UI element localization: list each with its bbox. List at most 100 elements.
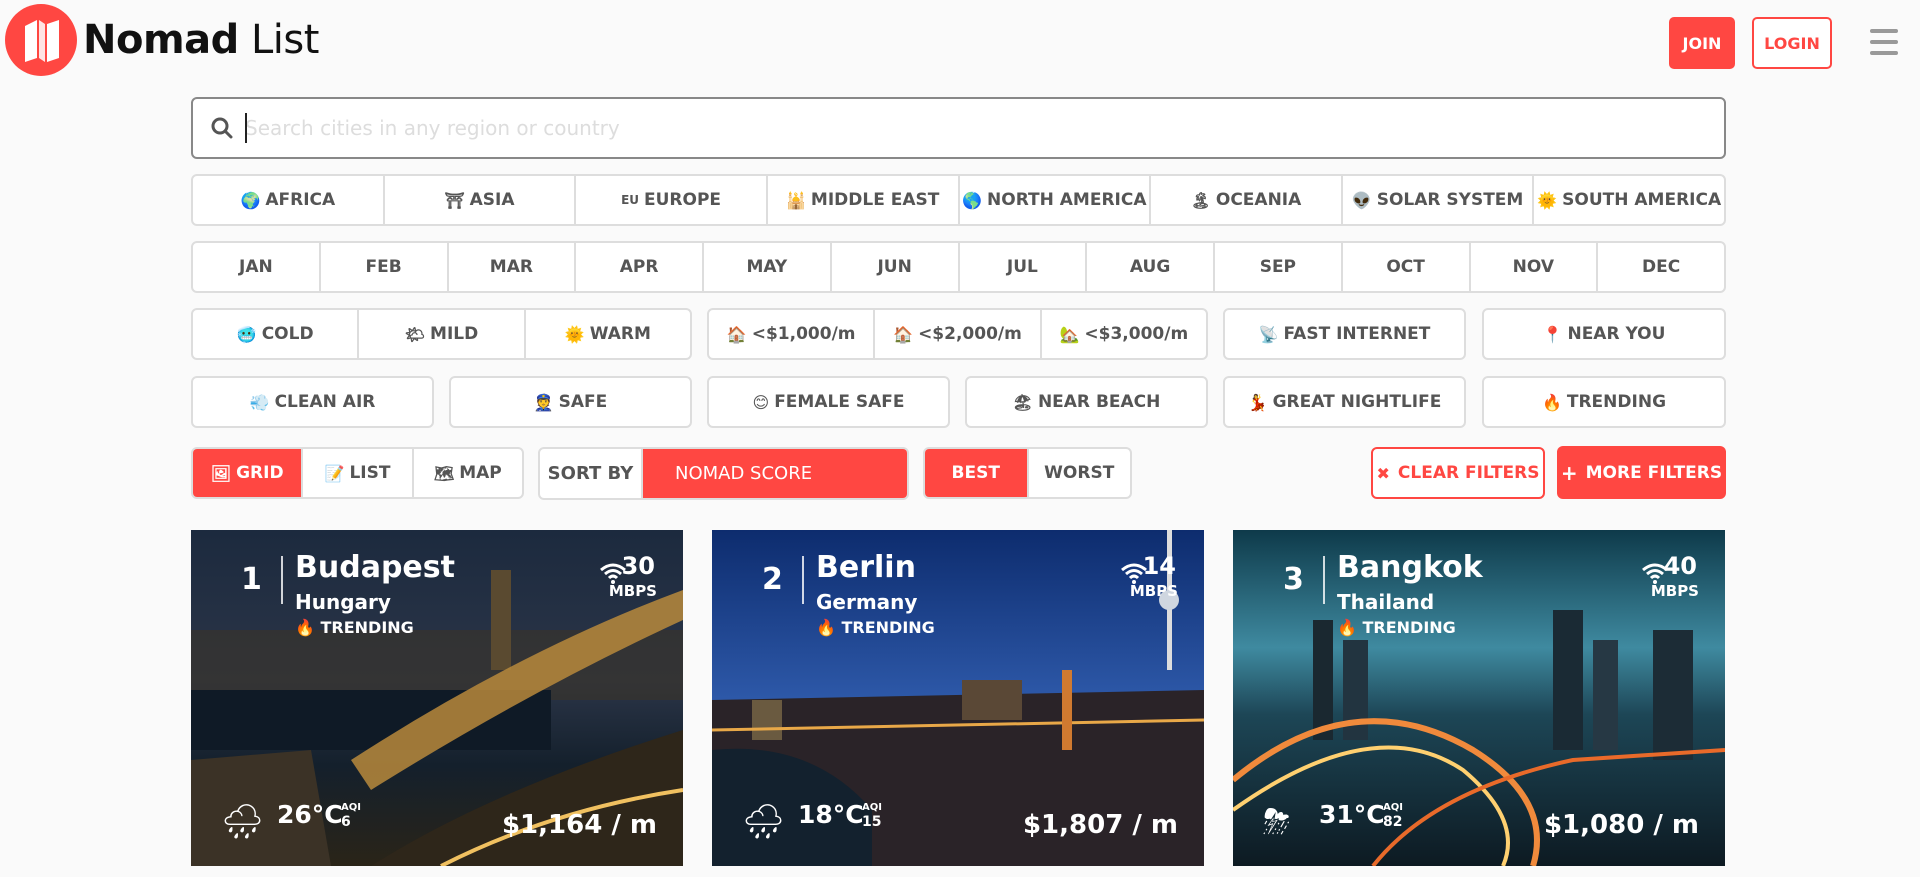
map-logo-icon	[5, 4, 77, 76]
filter-near-beach[interactable]: 🏖 NEAR BEACH	[965, 376, 1208, 428]
region-oceania[interactable]: 🏝 OCEANIA	[1151, 176, 1343, 224]
country-name: Hungary	[295, 590, 391, 614]
city-name: Bangkok	[1337, 550, 1483, 585]
filter-fast-internet[interactable]: 📡 FAST INTERNET	[1223, 308, 1466, 360]
month-sep[interactable]: SEP	[1215, 243, 1343, 291]
speed-unit: MBPS	[1650, 582, 1699, 600]
menu-icon[interactable]	[1870, 29, 1898, 55]
temperature: 31°C	[1319, 800, 1385, 829]
filter-near-you[interactable]: 📍 NEAR YOU	[1482, 308, 1726, 360]
month-mar[interactable]: MAR	[449, 243, 577, 291]
internet-speed: 30	[621, 552, 655, 580]
search-bar[interactable]	[191, 97, 1726, 159]
filter-trending[interactable]: 🔥 TRENDING	[1482, 376, 1726, 428]
city-card-berlin[interactable]: 2 Berlin Germany 🔥 TRENDING 14 MBPS 🌧 18…	[712, 530, 1204, 866]
aqi-label: AQI	[341, 802, 361, 813]
internet-speed: 14	[1142, 552, 1176, 580]
filter-female-safe[interactable]: 😊 FEMALE SAFE	[707, 376, 950, 428]
city-card-bangkok[interactable]: 3 Bangkok Thailand 🔥 TRENDING 40 MBPS ⛈ …	[1233, 530, 1725, 866]
filter-cost-3000[interactable]: 🏡 <$3,000/m	[1042, 310, 1206, 358]
clear-filters-button[interactable]: ✖ CLEAR FILTERS	[1371, 447, 1545, 499]
country-name: Germany	[816, 590, 918, 614]
filter-clean-air[interactable]: 💨 CLEAN AIR	[191, 376, 434, 428]
region-solar-system[interactable]: 👽 SOLAR SYSTEM	[1343, 176, 1535, 224]
aqi-value: 6	[341, 814, 351, 830]
brand-name: Nomad List	[83, 17, 319, 63]
aqi-label: AQI	[1383, 802, 1403, 813]
header: Nomad List JOIN LOGIN	[0, 0, 1920, 80]
country-name: Thailand	[1337, 590, 1435, 614]
filter-warm[interactable]: 🌞 WARM	[526, 310, 690, 358]
aqi-value: 82	[1383, 814, 1403, 830]
join-button[interactable]: JOIN	[1669, 17, 1735, 69]
month-jan[interactable]: JAN	[193, 243, 321, 291]
filter-cost-1000[interactable]: 🏠 <$1,000/m	[709, 310, 876, 358]
fire-icon: 🔥	[1337, 618, 1357, 637]
month-oct[interactable]: OCT	[1343, 243, 1471, 291]
order-best-button[interactable]: BEST	[925, 449, 1029, 497]
filter-safe[interactable]: 👮 SAFE	[449, 376, 692, 428]
temperature: 26°C	[277, 800, 343, 829]
cost-per-month: $1,807 / m	[1022, 810, 1178, 840]
logo[interactable]: Nomad List	[5, 4, 319, 76]
month-nov[interactable]: NOV	[1471, 243, 1599, 291]
more-filters-button[interactable]: + MORE FILTERS	[1557, 446, 1726, 499]
city-rank: 3	[1283, 562, 1304, 597]
city-rank: 1	[241, 562, 262, 597]
speed-unit: MBPS	[608, 582, 657, 600]
trending-badge: 🔥 TRENDING	[816, 618, 935, 637]
view-list-button[interactable]: 📝 LIST	[303, 449, 414, 497]
region-south-america[interactable]: 🌞 SOUTH AMERICA	[1534, 176, 1724, 224]
region-middle-east[interactable]: 🕌 MIDDLE EAST	[768, 176, 960, 224]
month-jun[interactable]: JUN	[832, 243, 960, 291]
fire-icon: 🔥	[295, 618, 315, 637]
fire-icon: 🔥	[816, 618, 836, 637]
divider	[281, 556, 283, 604]
sort-by-label: SORT BY	[540, 449, 643, 498]
cost-filter-group: 🏠 <$1,000/m 🏠 <$2,000/m 🏡 <$3,000/m	[707, 308, 1208, 360]
cost-per-month: $1,164 / m	[501, 810, 657, 840]
region-europe[interactable]: EU EUROPE	[576, 176, 768, 224]
month-jul[interactable]: JUL	[960, 243, 1088, 291]
month-may[interactable]: MAY	[704, 243, 832, 291]
month-apr[interactable]: APR	[576, 243, 704, 291]
city-card-budapest[interactable]: 1 Budapest Hungary 🔥 TRENDING 30 MBPS 🌧 …	[191, 530, 683, 866]
order-group: BEST WORST	[923, 447, 1132, 499]
city-name: Budapest	[295, 550, 455, 585]
aqi-value: 15	[862, 814, 882, 830]
rain-cloud-icon: 🌧	[742, 802, 786, 842]
view-mode-group: 🖼 GRID 📝 LIST 🗺 MAP	[191, 447, 524, 499]
climate-filter-group: 🥶 COLD 🌤 MILD 🌞 WARM	[191, 308, 692, 360]
sort-select[interactable]: NOMAD SCORE	[643, 449, 907, 498]
cost-per-month: $1,080 / m	[1543, 810, 1699, 840]
filter-cold[interactable]: 🥶 COLD	[193, 310, 360, 358]
region-north-america[interactable]: 🌎 NORTH AMERICA	[960, 176, 1152, 224]
month-filter-group: JAN FEB MAR APR MAY JUN JUL AUG SEP OCT …	[191, 241, 1726, 293]
filter-great-nightlife[interactable]: 💃 GREAT NIGHTLIFE	[1223, 376, 1466, 428]
month-aug[interactable]: AUG	[1087, 243, 1215, 291]
trending-badge: 🔥 TRENDING	[295, 618, 414, 637]
month-feb[interactable]: FEB	[321, 243, 449, 291]
login-button[interactable]: LOGIN	[1752, 17, 1832, 69]
divider	[802, 556, 804, 604]
speed-unit: MBPS	[1129, 582, 1178, 600]
thunderstorm-icon: ⛈	[1263, 802, 1291, 842]
region-filter-group: 🌍 AFRICA ⛩ ASIA EU EUROPE 🕌 MIDDLE EAST 🌎 NOR…	[191, 174, 1726, 226]
order-worst-button[interactable]: WORST	[1029, 449, 1131, 497]
city-name: Berlin	[816, 550, 916, 585]
view-map-button[interactable]: 🗺 MAP	[414, 449, 522, 497]
filter-cost-2000[interactable]: 🏠 <$2,000/m	[875, 310, 1042, 358]
region-africa[interactable]: 🌍 AFRICA	[193, 176, 385, 224]
temperature: 18°C	[798, 800, 864, 829]
city-rank: 2	[762, 562, 783, 597]
plus-icon: +	[1560, 460, 1578, 485]
close-icon: ✖	[1376, 463, 1390, 483]
sort-control: SORT BY NOMAD SCORE	[538, 447, 909, 500]
divider	[1323, 556, 1325, 604]
filter-mild[interactable]: 🌤 MILD	[359, 310, 526, 358]
aqi-label: AQI	[862, 802, 882, 813]
region-asia[interactable]: ⛩ ASIA	[385, 176, 577, 224]
month-dec[interactable]: DEC	[1598, 243, 1724, 291]
view-grid-button[interactable]: 🖼 GRID	[193, 449, 304, 497]
search-input[interactable]	[245, 111, 1705, 145]
